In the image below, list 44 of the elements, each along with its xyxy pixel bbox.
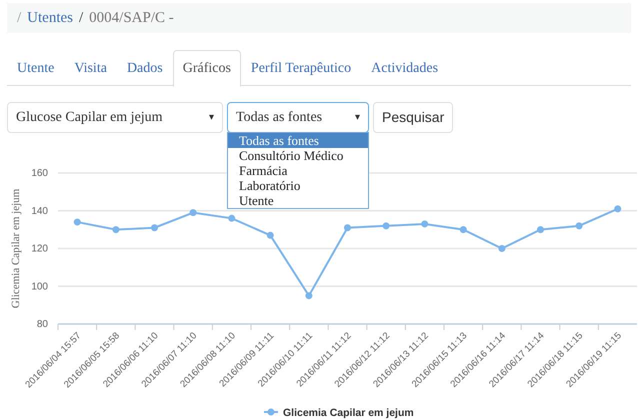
data-point: [228, 214, 236, 222]
dropdown-option[interactable]: Laboratório: [228, 178, 368, 193]
breadcrumb-current: 0004/SAP/C -: [89, 8, 174, 28]
y-tick-label: 140: [31, 206, 48, 217]
select-field[interactable]: Glucose Capilar em jejum ▾: [7, 102, 223, 133]
y-tick-label: 120: [31, 244, 48, 254]
tab[interactable]: Perfil Terapêutico: [240, 50, 362, 87]
breadcrumb-separator: /: [17, 8, 22, 28]
data-point: [421, 220, 428, 228]
caret-icon: ▾: [355, 110, 360, 125]
dropdown-option[interactable]: Consultório Médico: [228, 148, 368, 163]
legend-marker-icon: [264, 408, 278, 416]
data-point: [537, 226, 544, 234]
tab[interactable]: Visita: [64, 50, 117, 87]
data-point: [498, 245, 506, 252]
data-point: [266, 232, 274, 239]
y-tick-label: 100: [31, 281, 48, 292]
data-point: [344, 224, 351, 232]
y-tick-label: 160: [31, 168, 48, 179]
data-point: [190, 209, 197, 216]
tab[interactable]: Utente: [7, 50, 64, 87]
tab[interactable]: Dados: [116, 50, 173, 87]
tab[interactable]: Actividades: [361, 50, 448, 87]
data-point: [74, 218, 81, 226]
dropdown-option[interactable]: Utente: [228, 193, 368, 208]
caret-icon: ▾: [209, 110, 214, 125]
data-point: [305, 292, 312, 300]
data-point: [112, 226, 120, 234]
y-tick-label: 80: [36, 319, 48, 330]
tab[interactable]: Gráficos: [172, 50, 241, 87]
breadcrumb-separator: /: [79, 8, 84, 28]
dropdown-option[interactable]: Todas as fontes: [228, 133, 368, 148]
data-point: [576, 222, 583, 230]
data-point: [151, 224, 158, 232]
legend-label: Glicemia Capilar em jejum: [283, 407, 414, 419]
select-value: Todas as fontes: [236, 109, 322, 127]
select-value: Glucose Capilar em jejum: [16, 109, 163, 127]
y-axis-title: Glicemia Capilar em jejum: [10, 188, 22, 308]
search-button[interactable]: Pesquisar: [373, 102, 454, 133]
data-point: [382, 222, 390, 230]
dropdown-option[interactable]: Farmácia: [228, 163, 368, 178]
breadcrumb-link[interactable]: Utentes: [27, 6, 73, 30]
data-point: [614, 205, 622, 212]
data-point: [460, 226, 467, 234]
